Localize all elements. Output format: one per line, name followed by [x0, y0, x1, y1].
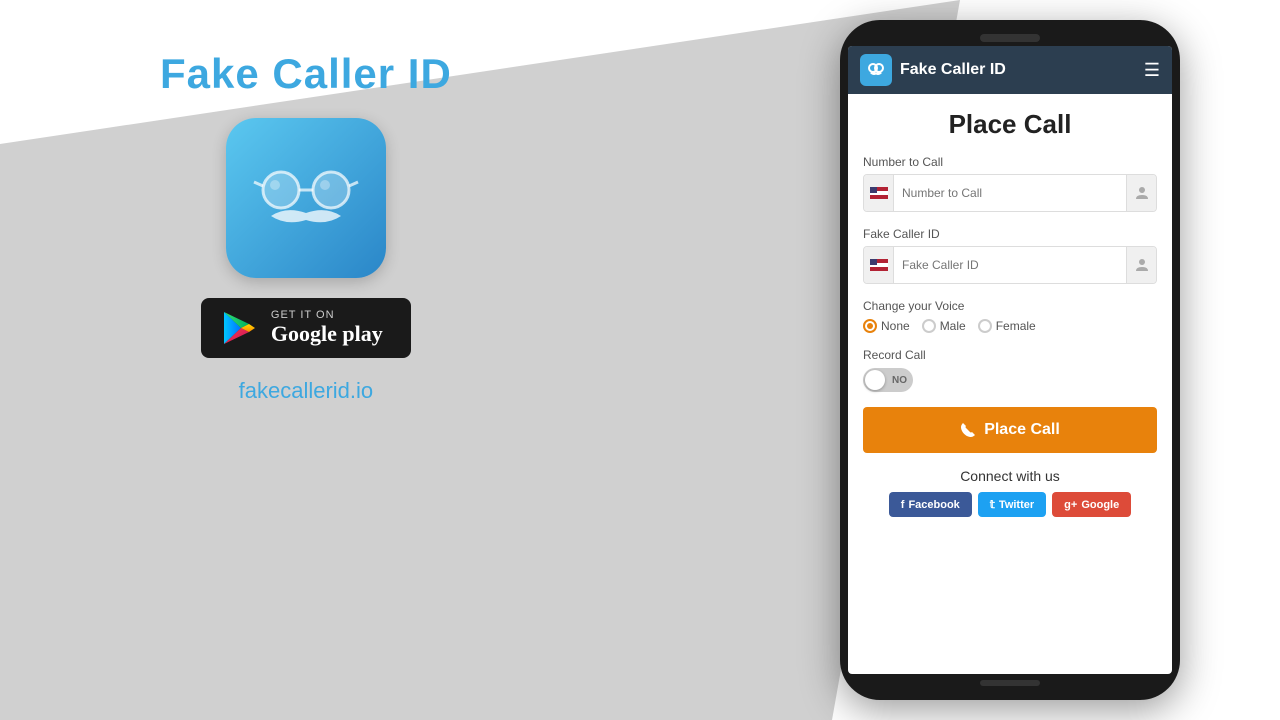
- fb-label: Facebook: [908, 499, 959, 511]
- header-app-icon: [866, 60, 886, 80]
- voice-none[interactable]: None: [863, 319, 910, 333]
- app-header-title: Fake Caller ID: [900, 61, 1136, 79]
- website-link[interactable]: fakecallerid.io: [239, 378, 374, 404]
- voice-female[interactable]: Female: [978, 319, 1036, 333]
- number-to-call-input[interactable]: [894, 178, 1126, 208]
- voice-none-label: None: [881, 319, 910, 333]
- contact-icon[interactable]: [1126, 175, 1156, 211]
- record-call-label: Record Call: [863, 348, 1157, 362]
- number-to-call-label: Number to Call: [863, 155, 1157, 169]
- phone-call-icon: [960, 422, 976, 438]
- g-label: Google: [1081, 499, 1119, 511]
- change-voice-label: Change your Voice: [863, 299, 1157, 313]
- toggle-row: NO: [863, 368, 1157, 392]
- voice-female-label: Female: [996, 319, 1036, 333]
- play-store-icon: [219, 308, 259, 348]
- left-panel: Fake Caller ID: [160, 50, 452, 404]
- play-text: GET IT ON Google play: [271, 309, 383, 347]
- voice-section: Change your Voice None Male Female: [863, 299, 1157, 333]
- flag-icon: [864, 175, 894, 211]
- google-play-button[interactable]: GET IT ON Google play: [201, 298, 411, 358]
- voice-male[interactable]: Male: [922, 319, 966, 333]
- place-call-button[interactable]: Place Call: [863, 407, 1157, 453]
- app-title: Fake Caller ID: [160, 50, 452, 98]
- fb-icon: f: [901, 499, 905, 511]
- phone-speaker: [980, 34, 1040, 42]
- get-it-on-text: GET IT ON: [271, 309, 383, 321]
- tw-label: Twitter: [999, 499, 1034, 511]
- phone-mockup: Fake Caller ID ☰ Place Call Number to Ca…: [840, 20, 1180, 700]
- record-section: Record Call NO: [863, 348, 1157, 392]
- fake-caller-id-label: Fake Caller ID: [863, 227, 1157, 241]
- fake-caller-id-row: [863, 246, 1157, 284]
- person-icon: [1134, 185, 1150, 201]
- tw-icon: 𝕥: [990, 498, 995, 511]
- number-to-call-row: [863, 174, 1157, 212]
- app-header: Fake Caller ID ☰: [848, 46, 1172, 94]
- radio-none-circle[interactable]: [863, 319, 877, 333]
- toggle-knob: [865, 370, 885, 390]
- google-play-label: Google play: [271, 321, 383, 347]
- radio-male-circle[interactable]: [922, 319, 936, 333]
- fake-caller-id-input[interactable]: [894, 250, 1126, 280]
- g-icon: g+: [1064, 499, 1077, 511]
- twitter-button[interactable]: 𝕥 Twitter: [978, 492, 1046, 517]
- voice-male-label: Male: [940, 319, 966, 333]
- google-button[interactable]: g+ Google: [1052, 492, 1131, 517]
- facebook-button[interactable]: f Facebook: [889, 492, 972, 517]
- phone-outer: Fake Caller ID ☰ Place Call Number to Ca…: [840, 20, 1180, 700]
- record-toggle[interactable]: NO: [863, 368, 913, 392]
- toggle-no-label: NO: [892, 375, 907, 386]
- phone-home-bar: [980, 680, 1040, 686]
- social-buttons: f Facebook 𝕥 Twitter g+ Google: [863, 492, 1157, 517]
- page-title: Place Call: [863, 109, 1157, 140]
- connect-title: Connect with us: [863, 468, 1157, 484]
- place-call-label: Place Call: [984, 421, 1060, 439]
- fake-person-icon: [1134, 257, 1150, 273]
- app-icon: [226, 118, 386, 278]
- phone-screen: Fake Caller ID ☰ Place Call Number to Ca…: [848, 46, 1172, 674]
- app-content: Place Call Number to Call: [848, 94, 1172, 674]
- radio-group: None Male Female: [863, 319, 1157, 333]
- fake-flag-svg: [870, 259, 888, 271]
- fake-flag-icon: [864, 247, 894, 283]
- radio-female-circle[interactable]: [978, 319, 992, 333]
- flag-svg: [870, 187, 888, 199]
- fake-contact-icon[interactable]: [1126, 247, 1156, 283]
- connect-section: Connect with us f Facebook 𝕥 Twitter g+: [863, 468, 1157, 517]
- header-icon-box: [860, 54, 892, 86]
- hamburger-icon[interactable]: ☰: [1144, 60, 1160, 81]
- app-icon-graphic: [246, 153, 366, 243]
